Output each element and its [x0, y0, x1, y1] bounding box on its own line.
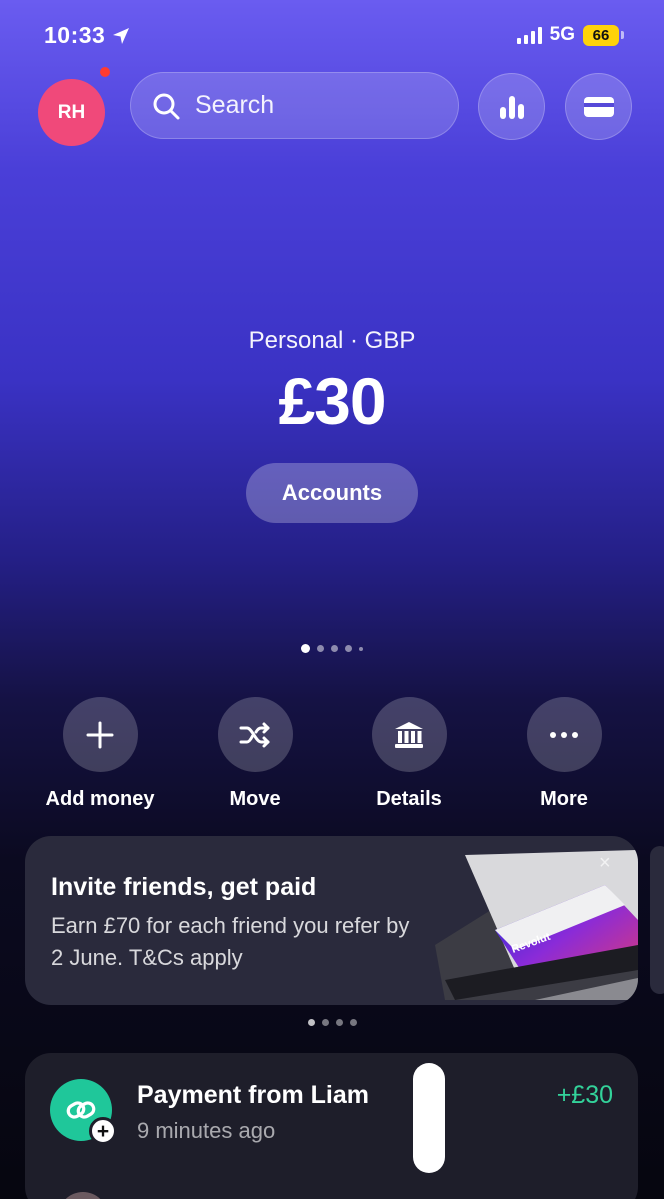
- promo-page-indicator[interactable]: [0, 1019, 664, 1026]
- status-time-text: 10:33: [44, 22, 106, 48]
- status-indicators: 5G 66: [516, 24, 624, 46]
- more-action[interactable]: More: [494, 697, 634, 811]
- transaction-amount: +£30: [556, 1081, 613, 1109]
- signal-bars-icon: [516, 26, 542, 44]
- promo-card[interactable]: Invite friends, get paid Earn £70 for ea…: [25, 836, 638, 1005]
- details-label: Details: [376, 788, 442, 810]
- details-button[interactable]: [371, 697, 447, 772]
- accounts-button-label: Accounts: [281, 480, 383, 505]
- avatar-initials: RH: [57, 101, 86, 123]
- card-icon: [583, 96, 614, 117]
- analytics-icon: [499, 95, 524, 119]
- add-money-label: Add money: [45, 788, 155, 810]
- search-placeholder: Search: [195, 91, 275, 119]
- move-action[interactable]: Move: [185, 697, 325, 811]
- status-time: 10:33: [44, 22, 131, 49]
- details-action[interactable]: Details: [339, 697, 479, 811]
- more-button[interactable]: [526, 697, 602, 772]
- search-icon: [153, 93, 180, 119]
- avatar[interactable]: RH: [38, 79, 105, 146]
- cards-button[interactable]: [565, 73, 632, 140]
- add-money-action[interactable]: Add money: [30, 697, 170, 811]
- account-label: Personal · GBP: [248, 327, 416, 354]
- shuffle-icon: [239, 722, 270, 747]
- add-money-button[interactable]: [62, 697, 138, 772]
- add-badge-icon: +: [89, 1117, 117, 1145]
- notification-dot: [100, 67, 110, 77]
- battery-icon: 66: [583, 24, 624, 46]
- location-arrow-icon: [113, 27, 130, 44]
- more-label: More: [540, 788, 588, 810]
- bank-icon: [395, 721, 423, 748]
- plus-icon: [86, 721, 114, 748]
- analytics-button[interactable]: [478, 73, 545, 140]
- promo-body: Earn £70 for each friend you refer by 2 …: [51, 913, 410, 970]
- next-promo-card[interactable]: [650, 846, 664, 994]
- balance-amount: £30: [278, 364, 386, 438]
- move-label: Move: [229, 788, 281, 810]
- transaction-time: 9 minutes ago: [137, 1118, 276, 1143]
- search-bar[interactable]: Search: [130, 72, 459, 139]
- promo-close-icon[interactable]: ×: [599, 852, 611, 875]
- transactions-card[interactable]: + Payment from Liam 9 minutes ago +£30: [25, 1053, 638, 1199]
- redaction-mark: [413, 1063, 445, 1173]
- move-button[interactable]: [217, 697, 293, 772]
- battery-level: 66: [583, 24, 619, 46]
- accounts-button[interactable]: Accounts: [246, 463, 418, 523]
- transaction-title: Payment from Liam: [137, 1081, 370, 1109]
- more-dots-icon: [550, 731, 578, 738]
- network-type: 5G: [549, 24, 575, 45]
- promo-title: Invite friends, get paid: [51, 873, 317, 901]
- balance-page-indicator[interactable]: [0, 644, 664, 653]
